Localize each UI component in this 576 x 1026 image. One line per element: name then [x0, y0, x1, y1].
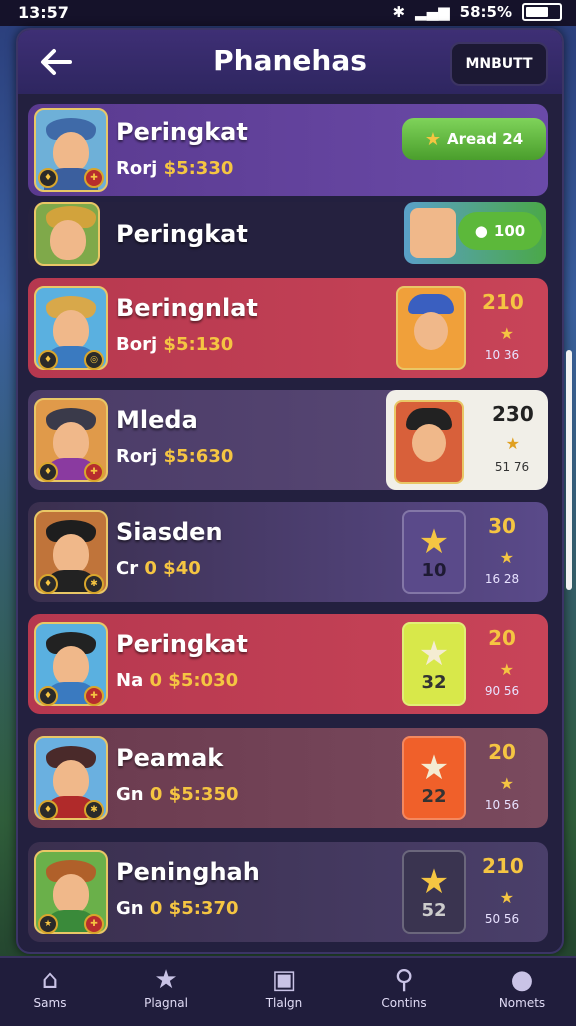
- star-icon: ★: [499, 888, 514, 907]
- star-icon: ★: [424, 128, 441, 150]
- rank-badge-icon: ✚: [84, 686, 104, 706]
- player-name: Peninghah: [116, 858, 260, 886]
- player-stat: Cr 0 $40: [116, 558, 201, 579]
- percent-value: 90 56: [484, 684, 520, 698]
- leaderboard-panel: Phanehas MNBUTT ♦ ✚ Peringkat Rorj $5:33…: [16, 28, 564, 954]
- status-time: 13:57: [18, 3, 69, 22]
- star-tile[interactable]: ★ 52: [402, 850, 466, 934]
- player-stat: Gn 0 $5:370: [116, 898, 239, 919]
- rank-badge-icon: ◎: [84, 350, 104, 370]
- battery-icon: [522, 3, 562, 21]
- player-stat: Na 0 $5:030: [116, 670, 239, 691]
- rank-badge-icon: ♦: [38, 350, 58, 370]
- controller-icon: ●: [474, 222, 488, 240]
- rank-badge-icon: ♦: [38, 168, 58, 188]
- highlight-card[interactable]: 230 ★ 51 76: [386, 390, 548, 490]
- score-value: 210: [482, 854, 524, 878]
- nav-item-search[interactable]: ⚲ Contins: [354, 964, 454, 1010]
- player-stat: Gn 0 $5:350: [116, 784, 239, 805]
- header: Phanehas MNBUTT: [18, 30, 562, 94]
- player-name: Peamak: [116, 744, 224, 772]
- star-icon: ★: [499, 548, 514, 567]
- avatar: [396, 286, 466, 370]
- nav-item-star[interactable]: ★ Plagnal: [116, 964, 216, 1010]
- star-icon: ★: [154, 965, 178, 995]
- percent-value: 10 56: [484, 798, 520, 812]
- star-icon: ★: [499, 774, 514, 793]
- list-item[interactable]: Peringkat ● 100: [28, 202, 548, 270]
- rank-badge-icon: ✚: [84, 168, 104, 188]
- star-icon: ★: [505, 434, 520, 453]
- player-stat: Borj $5:130: [116, 334, 234, 355]
- nav-item-home[interactable]: ⌂ Sams: [0, 964, 100, 1010]
- rank-badge-icon: ✱: [84, 800, 104, 820]
- rank-badge-icon: ♦: [38, 686, 58, 706]
- star-icon: ★: [499, 660, 514, 679]
- rank-badge-icon: ✱: [84, 574, 104, 594]
- star-icon: ★: [499, 324, 514, 343]
- list-item[interactable]: ♦ ✚ Mleda Rorj $5:630 230 ★ 51 76: [28, 390, 548, 490]
- award-button[interactable]: ★ Aread 24: [402, 118, 546, 160]
- star-icon: ★: [418, 747, 450, 788]
- avatar: [34, 202, 100, 266]
- star-icon: ★: [418, 521, 450, 562]
- star-tile[interactable]: ★ 10: [402, 510, 466, 594]
- player-stat: Rorj $5:630: [116, 446, 234, 467]
- score-value: 210: [482, 290, 524, 314]
- list-item[interactable]: ♦ ✱ Peamak Gn 0 $5:350 ★ 22 20 ★ 10 56: [28, 728, 548, 828]
- avatar: [394, 400, 464, 484]
- opponent-card[interactable]: ● 100: [404, 202, 546, 264]
- score-value: 30: [488, 514, 516, 538]
- signal-icon: ▂▄▆: [415, 3, 450, 21]
- bluetooth-icon: ✱: [392, 3, 406, 21]
- star-icon: ★: [418, 861, 450, 902]
- rank-badge-icon: ♦: [38, 462, 58, 482]
- player-name: Beringnlat: [116, 294, 258, 322]
- star-tile[interactable]: ★ 32: [402, 622, 466, 706]
- star-tile[interactable]: ★ 22: [402, 736, 466, 820]
- list-item[interactable]: ♦ ✚ Peringkat Rorj $5:330 ★ Aread 24: [28, 104, 548, 196]
- percent-value: 51 76: [494, 460, 530, 474]
- percent-value: 10 36: [484, 348, 520, 362]
- score-value: 20: [488, 740, 516, 764]
- rank-badge-icon: ♦: [38, 800, 58, 820]
- home-icon: ⌂: [41, 965, 59, 995]
- rank-badge-icon: ★: [38, 914, 58, 934]
- nav-item-profile[interactable]: ● Nomets: [472, 964, 572, 1010]
- rank-badge-icon: ✚: [84, 462, 104, 482]
- player-stat: Rorj $5:330: [116, 158, 234, 179]
- score-value: 20: [488, 626, 516, 650]
- chat-icon: ▣: [271, 965, 297, 995]
- list-item[interactable]: ★ ✚ Peninghah Gn 0 $5:370 ★ 52 210 ★ 50 …: [28, 842, 548, 942]
- list-item[interactable]: ♦ ✚ Peringkat Na 0 $5:030 ★ 32 20 ★ 90 5…: [28, 614, 548, 714]
- list-item[interactable]: ♦ ◎ Beringnlat Borj $5:130 210 ★ 10 36: [28, 278, 548, 378]
- star-icon: ★: [418, 633, 450, 674]
- player-name: Peringkat: [116, 118, 248, 146]
- player-name: Peringkat: [116, 220, 248, 248]
- score-value: 230: [492, 402, 534, 426]
- avatar: [410, 208, 456, 258]
- status-bar: 13:57 ✱ ▂▄▆ 58:5%: [0, 0, 576, 26]
- nav-item-chat[interactable]: ▣ Tlalgn: [234, 964, 334, 1010]
- play-button[interactable]: ● 100: [458, 212, 542, 250]
- scrollbar[interactable]: [566, 350, 572, 590]
- header-button[interactable]: MNBUTT: [450, 42, 548, 86]
- bottom-nav: ⌂ Sams ★ Plagnal ▣ Tlalgn ⚲ Contins ● No…: [0, 956, 576, 1026]
- battery-percent: 58:5%: [459, 3, 512, 21]
- profile-icon: ●: [510, 965, 534, 995]
- player-name: Peringkat: [116, 630, 248, 658]
- rank-badge-icon: ✚: [84, 914, 104, 934]
- search-icon: ⚲: [394, 965, 414, 995]
- percent-value: 16 28: [484, 572, 520, 586]
- percent-value: 50 56: [484, 912, 520, 926]
- rank-badge-icon: ♦: [38, 574, 58, 594]
- player-name: Mleda: [116, 406, 198, 434]
- list-item[interactable]: ♦ ✱ Siasden Cr 0 $40 ★ 10 30 ★ 16 28: [28, 502, 548, 602]
- player-name: Siasden: [116, 518, 223, 546]
